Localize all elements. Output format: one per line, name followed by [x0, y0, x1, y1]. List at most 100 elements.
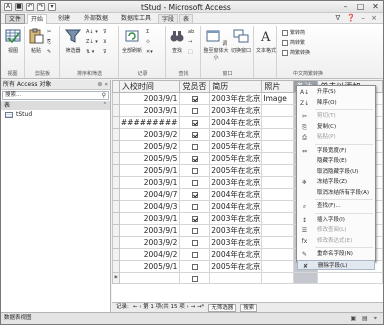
cell-resume[interactable]: 2004年在北京	[209, 200, 263, 213]
tab-create[interactable]: 创建	[55, 14, 73, 24]
find-button[interactable]: 查找	[168, 28, 186, 54]
maximize-button[interactable]: □	[356, 2, 365, 11]
cell-resume[interactable]: 2003年在北京	[209, 104, 263, 117]
cell-resume[interactable]: 2004年在北京	[209, 188, 263, 201]
cut-icon[interactable]: ✂	[47, 29, 51, 35]
row-selector[interactable]	[112, 128, 120, 141]
save-icon[interactable]: ■	[15, 3, 23, 11]
cell-photo[interactable]	[261, 104, 295, 117]
tab-fields[interactable]: 字段	[158, 14, 179, 24]
cell-photo[interactable]	[261, 140, 295, 153]
cell-resume[interactable]: 2003年在北京	[209, 176, 263, 189]
cell-party-member[interactable]	[179, 116, 211, 129]
checkbox[interactable]	[191, 156, 198, 162]
cell-enroll-date[interactable]: 2003/9/1	[118, 212, 181, 225]
menu-item[interactable]: 取消隐藏字段(U)	[297, 167, 375, 178]
filter-button[interactable]: 筛选器	[63, 28, 83, 54]
trad-to-simp-button[interactable]: 繁转简	[282, 29, 305, 36]
clear-sort-icon[interactable]: ⇅ ▾	[86, 49, 94, 55]
menu-item[interactable]: ✂ 剪切(T)	[297, 111, 375, 122]
text-format-button[interactable]: A 文本格式	[256, 28, 276, 54]
cell-photo[interactable]	[261, 176, 295, 189]
cell-enroll-date[interactable]: 2004/9/7	[118, 188, 181, 201]
tab-home[interactable]: 开始	[27, 14, 48, 24]
cell-photo[interactable]	[261, 271, 295, 285]
refresh-all-button[interactable]: 全部刷新	[121, 28, 143, 54]
checkbox[interactable]	[191, 216, 198, 222]
cell-enroll-date[interactable]: 2005/9/1	[118, 164, 181, 177]
cell-resume[interactable]: 2003年在北京	[209, 224, 263, 237]
advanced-filter-icon[interactable]: ⊻	[103, 39, 107, 45]
cell-party-member[interactable]	[179, 236, 211, 249]
save-record-icon[interactable]: ⟐	[146, 39, 150, 45]
cell-photo[interactable]	[261, 128, 295, 141]
checkbox[interactable]	[191, 108, 198, 114]
tab-database-tools[interactable]: 数据库工具	[118, 14, 154, 24]
cell-party-member[interactable]	[179, 140, 211, 153]
row-selector[interactable]: *	[112, 271, 120, 285]
checkbox[interactable]	[191, 264, 198, 270]
checkbox[interactable]	[191, 228, 198, 234]
row-selector[interactable]	[112, 152, 120, 165]
customize-qat-icon[interactable]: ▾	[48, 3, 56, 11]
checkbox[interactable]	[191, 120, 198, 126]
access-logo-icon[interactable]: A	[4, 3, 12, 11]
minimize-button[interactable]: –	[341, 2, 350, 11]
row-selector[interactable]	[112, 116, 120, 129]
cell-resume[interactable]: 2003年在北京	[209, 92, 263, 105]
cell-remarks[interactable]	[293, 271, 319, 285]
checkbox[interactable]	[191, 132, 198, 138]
cell-photo[interactable]	[261, 188, 295, 201]
cell-photo[interactable]	[261, 116, 295, 129]
checkbox[interactable]	[191, 204, 198, 210]
paste-button[interactable]: 粘贴	[27, 28, 45, 54]
ribbon-help-icons[interactable]: ∇ ❓ – ×	[336, 14, 379, 22]
cell-enroll-date[interactable]: 2005/9/5	[118, 152, 181, 165]
nav-header[interactable]: 所有 Access 对象 ⊛ «	[1, 80, 110, 90]
cell-resume[interactable]	[209, 271, 263, 285]
menu-item[interactable]: 取消冻结所有字段(A)	[297, 188, 375, 199]
cell-party-member[interactable]	[179, 104, 211, 117]
simp-trad-convert-button[interactable]: 简繁转换	[282, 49, 310, 56]
copy-icon[interactable]: ⎘	[47, 39, 51, 45]
menu-item[interactable]: fx 修改表达式(E)	[297, 236, 375, 247]
switch-windows-button[interactable]: 切换窗口	[230, 28, 252, 54]
row-selector[interactable]	[112, 176, 120, 189]
cell-enroll-date[interactable]: 2003/9/2	[118, 128, 181, 141]
cell-party-member[interactable]	[179, 164, 211, 177]
toggle-filter-icon[interactable]: ⊽	[103, 49, 107, 55]
column-header-photo[interactable]: 照片	[261, 80, 295, 93]
cell-resume[interactable]: 2005年在北京	[209, 260, 263, 273]
menu-item[interactable]: ✎ 重命名字段(N)	[297, 249, 375, 260]
format-painter-icon[interactable]: ✎	[47, 49, 51, 55]
cell-resume[interactable]: 2005年在北京	[209, 152, 263, 165]
cell-enroll-date[interactable]: 2005/9/1	[118, 260, 181, 273]
cell-photo[interactable]	[261, 152, 295, 165]
cell-enroll-date[interactable]: #########	[118, 116, 181, 129]
sort-asc-icon[interactable]: A↓ ▾	[86, 29, 98, 35]
column-header-resume[interactable]: 简历	[209, 80, 263, 93]
cell-resume[interactable]: 2003年在北京	[209, 128, 263, 141]
cell-resume[interactable]: 2003年在北京	[209, 212, 263, 225]
table-row[interactable]: *	[112, 271, 383, 285]
menu-item[interactable]: ❄ 冻结字段(Z)	[297, 177, 375, 188]
row-selector[interactable]	[112, 212, 120, 225]
cell-party-member[interactable]	[179, 128, 211, 141]
row-selector[interactable]	[112, 92, 120, 105]
row-selector[interactable]	[112, 140, 120, 153]
cell-enroll-date[interactable]: 2003/9/2	[118, 236, 181, 249]
replace-icon[interactable]: ab	[188, 29, 194, 35]
cell-photo[interactable]	[261, 224, 295, 237]
cell-photo[interactable]	[261, 248, 295, 261]
cell-party-member[interactable]	[179, 212, 211, 225]
selection-icon[interactable]: ⊽	[103, 29, 107, 35]
cell-photo[interactable]	[261, 200, 295, 213]
cell-party-member[interactable]	[179, 92, 211, 105]
redo-icon[interactable]: ↷	[37, 3, 45, 11]
view-switch-icons[interactable]: ▣ ▤ ⌖	[350, 313, 379, 324]
nav-collapse-icon[interactable]: ⊛ «	[97, 80, 108, 89]
simp-to-trad-button[interactable]: 简转繁	[282, 39, 305, 46]
row-selector-header[interactable]	[112, 80, 120, 93]
close-button[interactable]: ✕	[371, 2, 380, 11]
row-selector[interactable]	[112, 188, 120, 201]
